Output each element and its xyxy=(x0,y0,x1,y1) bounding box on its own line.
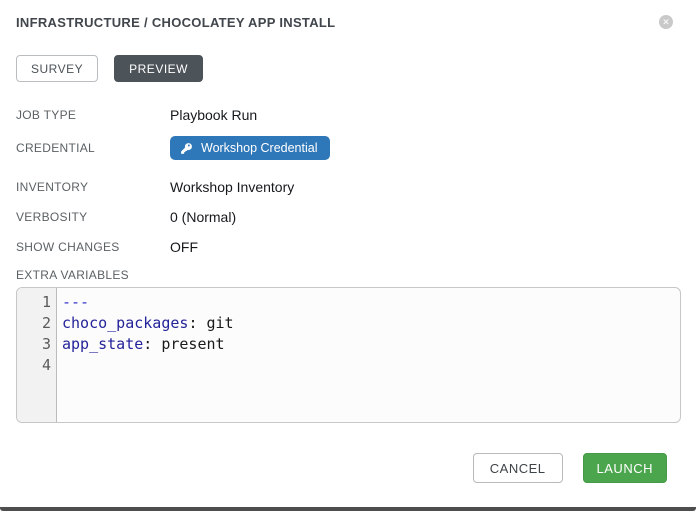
field-value: Workshop Inventory xyxy=(170,179,294,195)
field-row-inventory: INVENTORY Workshop Inventory xyxy=(16,178,680,195)
field-label: SHOW CHANGES xyxy=(16,240,170,254)
tab-bar: SURVEY PREVIEW xyxy=(16,55,680,82)
page-bottom-edge xyxy=(0,507,696,511)
field-value: 0 (Normal) xyxy=(170,209,236,225)
job-detail-fields: JOB TYPE Playbook Run CREDENTIAL Worksho… xyxy=(16,106,680,255)
code-token-plain: : present xyxy=(143,335,224,353)
tab-survey[interactable]: SURVEY xyxy=(16,55,98,82)
field-label: INVENTORY xyxy=(16,180,170,194)
code-token-meta: --- xyxy=(62,293,89,311)
code-line: app_state: present xyxy=(62,334,680,355)
field-value: OFF xyxy=(170,239,198,255)
close-icon[interactable]: ✕ xyxy=(659,15,673,29)
code-line: choco_packages: git xyxy=(62,313,680,334)
line-number: 4 xyxy=(17,355,51,376)
key-icon xyxy=(180,142,193,155)
job-launch-preview-modal: INFRASTRUCTURE / CHOCOLATEY APP INSTALL … xyxy=(0,0,696,507)
field-row-credential: CREDENTIAL Workshop Credential xyxy=(16,136,680,160)
modal-footer: CANCEL LAUNCH xyxy=(473,453,667,483)
code-line xyxy=(62,355,680,376)
line-number: 2 xyxy=(17,313,51,334)
field-value: Workshop Credential xyxy=(170,136,330,160)
line-number: 3 xyxy=(17,334,51,355)
code-token-plain: : git xyxy=(188,314,233,332)
tab-preview[interactable]: PREVIEW xyxy=(114,55,203,82)
cancel-button[interactable]: CANCEL xyxy=(473,453,563,483)
launch-button[interactable]: LAUNCH xyxy=(583,453,667,483)
editor-line-number-gutter: 1234 xyxy=(17,288,57,422)
code-token-key: app_state xyxy=(62,335,143,353)
credential-tag[interactable]: Workshop Credential xyxy=(170,136,330,160)
credential-tag-label: Workshop Credential xyxy=(201,141,318,155)
field-row-show-changes: SHOW CHANGES OFF xyxy=(16,238,680,255)
modal-title: INFRASTRUCTURE / CHOCOLATEY APP INSTALL xyxy=(16,15,680,30)
field-value: Playbook Run xyxy=(170,107,257,123)
field-label: VERBOSITY xyxy=(16,210,170,224)
extra-variables-editor[interactable]: 1234 ---choco_packages: gitapp_state: pr… xyxy=(16,287,681,423)
code-line: --- xyxy=(62,292,680,313)
line-number: 1 xyxy=(17,292,51,313)
editor-code-area[interactable]: ---choco_packages: gitapp_state: present xyxy=(57,288,680,422)
extra-variables-label: EXTRA VARIABLES xyxy=(16,268,680,282)
field-label: CREDENTIAL xyxy=(16,141,170,155)
field-row-job-type: JOB TYPE Playbook Run xyxy=(16,106,680,123)
page: { "modal": { "title": "INFRASTRUCTURE / … xyxy=(0,0,696,515)
field-label: JOB TYPE xyxy=(16,108,170,122)
field-row-verbosity: VERBOSITY 0 (Normal) xyxy=(16,208,680,225)
code-token-key: choco_packages xyxy=(62,314,188,332)
modal-header: INFRASTRUCTURE / CHOCOLATEY APP INSTALL … xyxy=(16,0,680,30)
